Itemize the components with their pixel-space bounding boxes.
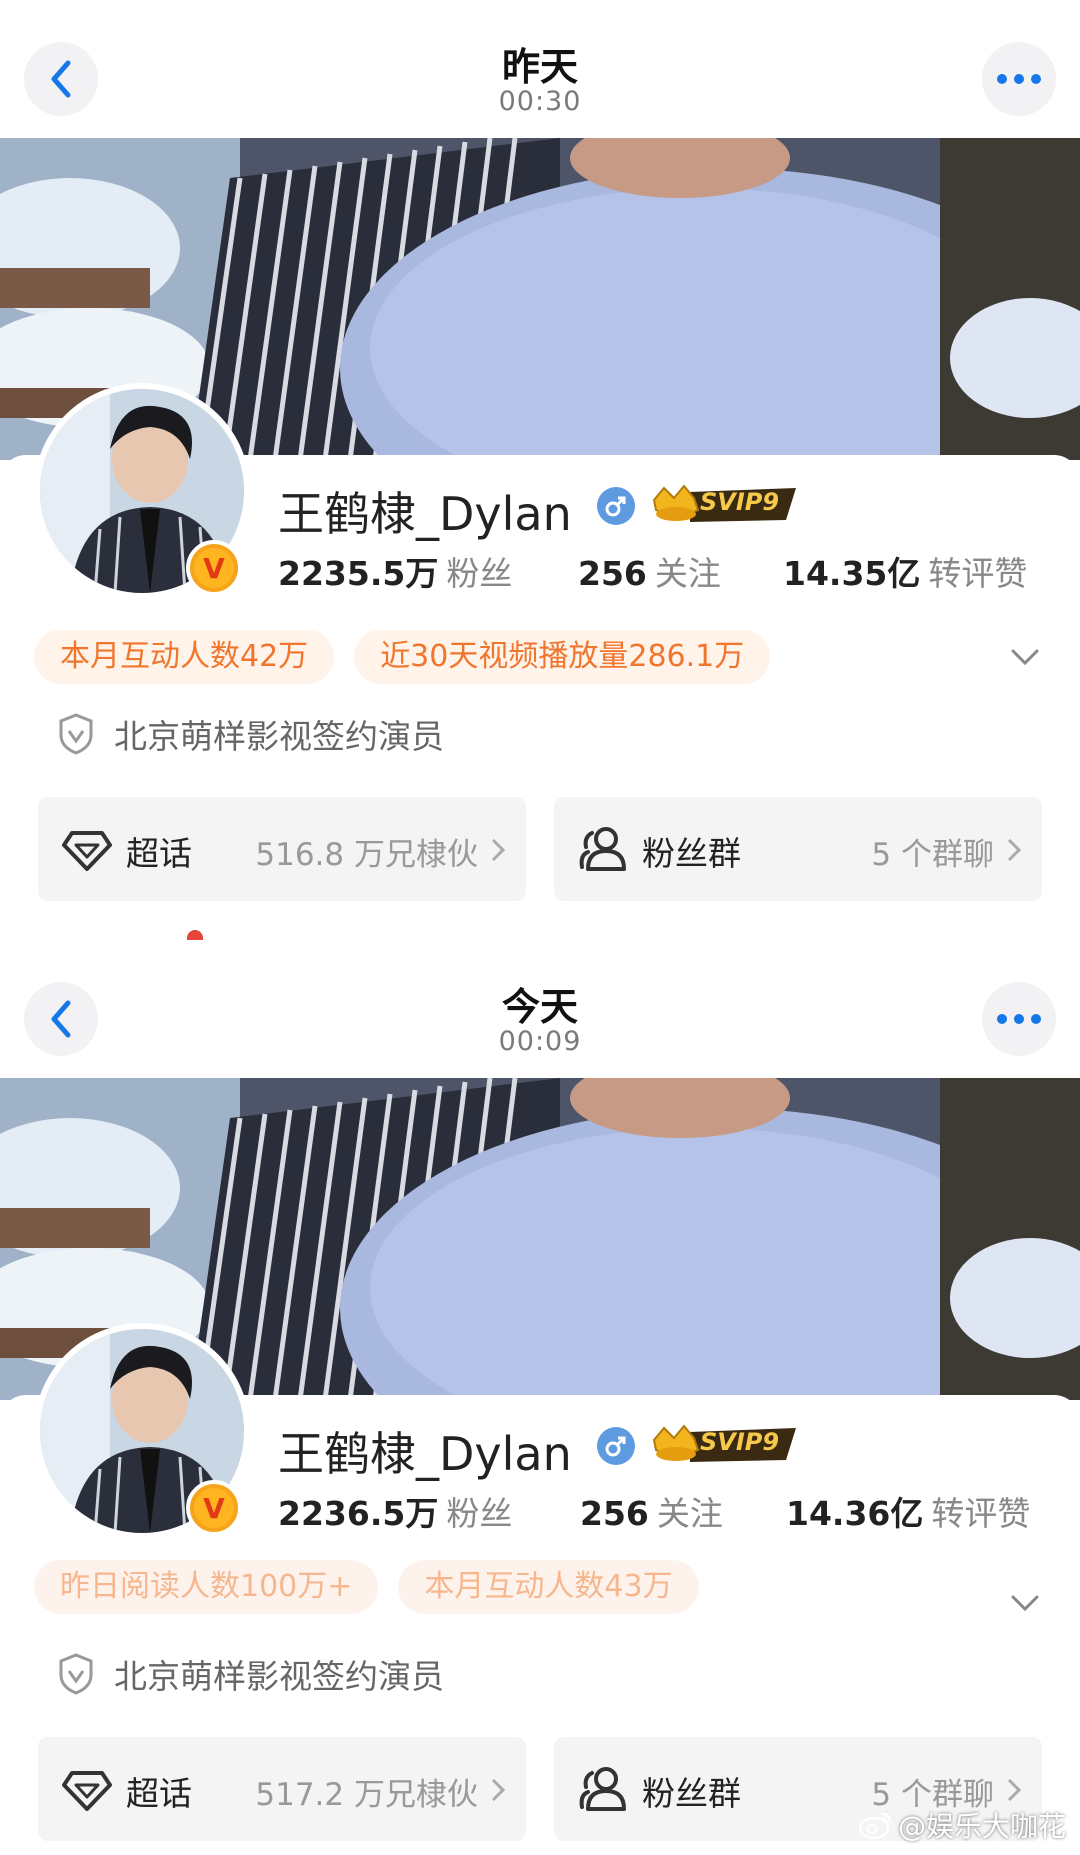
svip-badge[interactable]: SVIP9 (650, 1420, 798, 1468)
chevron-down-icon[interactable] (1010, 1588, 1040, 1618)
super-topic-count: 517.2 万兄棣伙 (255, 1777, 478, 1813)
nav-title: 昨天 (501, 45, 578, 89)
stat-engagement[interactable]: 14.35亿 转评赞 (783, 547, 1027, 595)
svip-badge[interactable]: SVIP9 (650, 480, 798, 528)
watermark: @娱乐大咖花 (858, 1805, 1066, 1845)
chevron-right-icon (1007, 1778, 1022, 1802)
certification-row[interactable]: 北京萌样影视签约演员 (58, 710, 444, 758)
diamond-icon (62, 1771, 112, 1811)
chevron-right-icon (491, 838, 506, 862)
more-icon (997, 74, 1041, 84)
profile-panel-yesterday: 昨天 00:30 V 王鹤棣_Dylan SVIP9 2235.5万 粉丝 25… (0, 0, 1080, 945)
nav-bar: 昨天 00:30 (0, 0, 1080, 138)
group-icon (579, 1767, 626, 1811)
stat-fans[interactable]: 2235.5万 粉丝 (278, 547, 512, 595)
chevron-right-icon (1007, 838, 1022, 862)
certification-text: 北京萌样影视签约演员 (114, 717, 444, 756)
nav-time: 00:30 (498, 86, 582, 117)
chevron-down-icon[interactable] (1010, 642, 1040, 672)
fan-group-entry[interactable]: 粉丝群 5 个群聊 (554, 797, 1042, 901)
more-icon (997, 1014, 1041, 1024)
more-button[interactable] (982, 982, 1056, 1056)
tag-chip[interactable]: 本月互动人数43万 (398, 1560, 699, 1614)
super-topic-label: 超话 (126, 1774, 192, 1813)
profile-stats: 2236.5万 粉丝 256 关注 14.36亿 转评赞 (278, 1487, 1048, 1537)
nav-bar: 今天 00:09 (0, 940, 1080, 1078)
super-topic-entry[interactable]: 超话 517.2 万兄棣伙 (38, 1737, 526, 1841)
fan-group-label: 粉丝群 (642, 834, 741, 873)
nav-title: 今天 (501, 985, 578, 1029)
shield-icon (59, 713, 93, 755)
super-topic-count: 516.8 万兄棣伙 (255, 837, 478, 873)
stat-following[interactable]: 256 关注 (580, 1487, 723, 1535)
super-topic-label: 超话 (126, 834, 192, 873)
profile-name: 王鹤棣_Dylan (278, 1427, 572, 1481)
verified-badge: V (186, 540, 242, 596)
tag-row: 昨日阅读人数100万+ 本月互动人数43万 (34, 1560, 719, 1616)
profile-panel-today: 今天 00:09 V 王鹤棣_Dylan SVIP9 2236.5万 粉丝 25… (0, 940, 1080, 1855)
profile-name: 王鹤棣_Dylan (278, 487, 572, 541)
diamond-icon (62, 831, 112, 871)
super-topic-entry[interactable]: 超话 516.8 万兄棣伙 (38, 797, 526, 901)
tag-row: 本月互动人数42万 近30天视频播放量286.1万 (34, 630, 790, 686)
entry-boxes: 超话 516.8 万兄棣伙 粉丝群 5 个群聊 (38, 797, 1042, 901)
certification-text: 北京萌样影视签约演员 (114, 1657, 444, 1696)
weibo-icon (858, 1812, 892, 1840)
fan-group-label: 粉丝群 (642, 1774, 741, 1813)
chevron-right-icon (491, 1778, 506, 1802)
profile-stats: 2235.5万 粉丝 256 关注 14.35亿 转评赞 (278, 547, 1048, 597)
male-icon (597, 1427, 635, 1465)
fan-group-count: 5 个群聊 (871, 837, 994, 873)
certification-row[interactable]: 北京萌样影视签约演员 (58, 1650, 444, 1698)
stat-fans[interactable]: 2236.5万 粉丝 (278, 1487, 512, 1535)
group-icon (579, 827, 626, 871)
nav-time: 00:09 (498, 1026, 582, 1057)
tag-chip[interactable]: 本月互动人数42万 (34, 630, 335, 684)
shield-icon (59, 1653, 93, 1695)
notification-dot (187, 930, 203, 940)
verified-badge: V (186, 1480, 242, 1536)
male-icon (597, 487, 635, 525)
tag-chip[interactable]: 近30天视频播放量286.1万 (354, 630, 771, 684)
tag-chip[interactable]: 昨日阅读人数100万+ (34, 1560, 379, 1614)
stat-engagement[interactable]: 14.36亿 转评赞 (786, 1487, 1030, 1535)
stat-following[interactable]: 256 关注 (578, 547, 721, 595)
more-button[interactable] (982, 42, 1056, 116)
